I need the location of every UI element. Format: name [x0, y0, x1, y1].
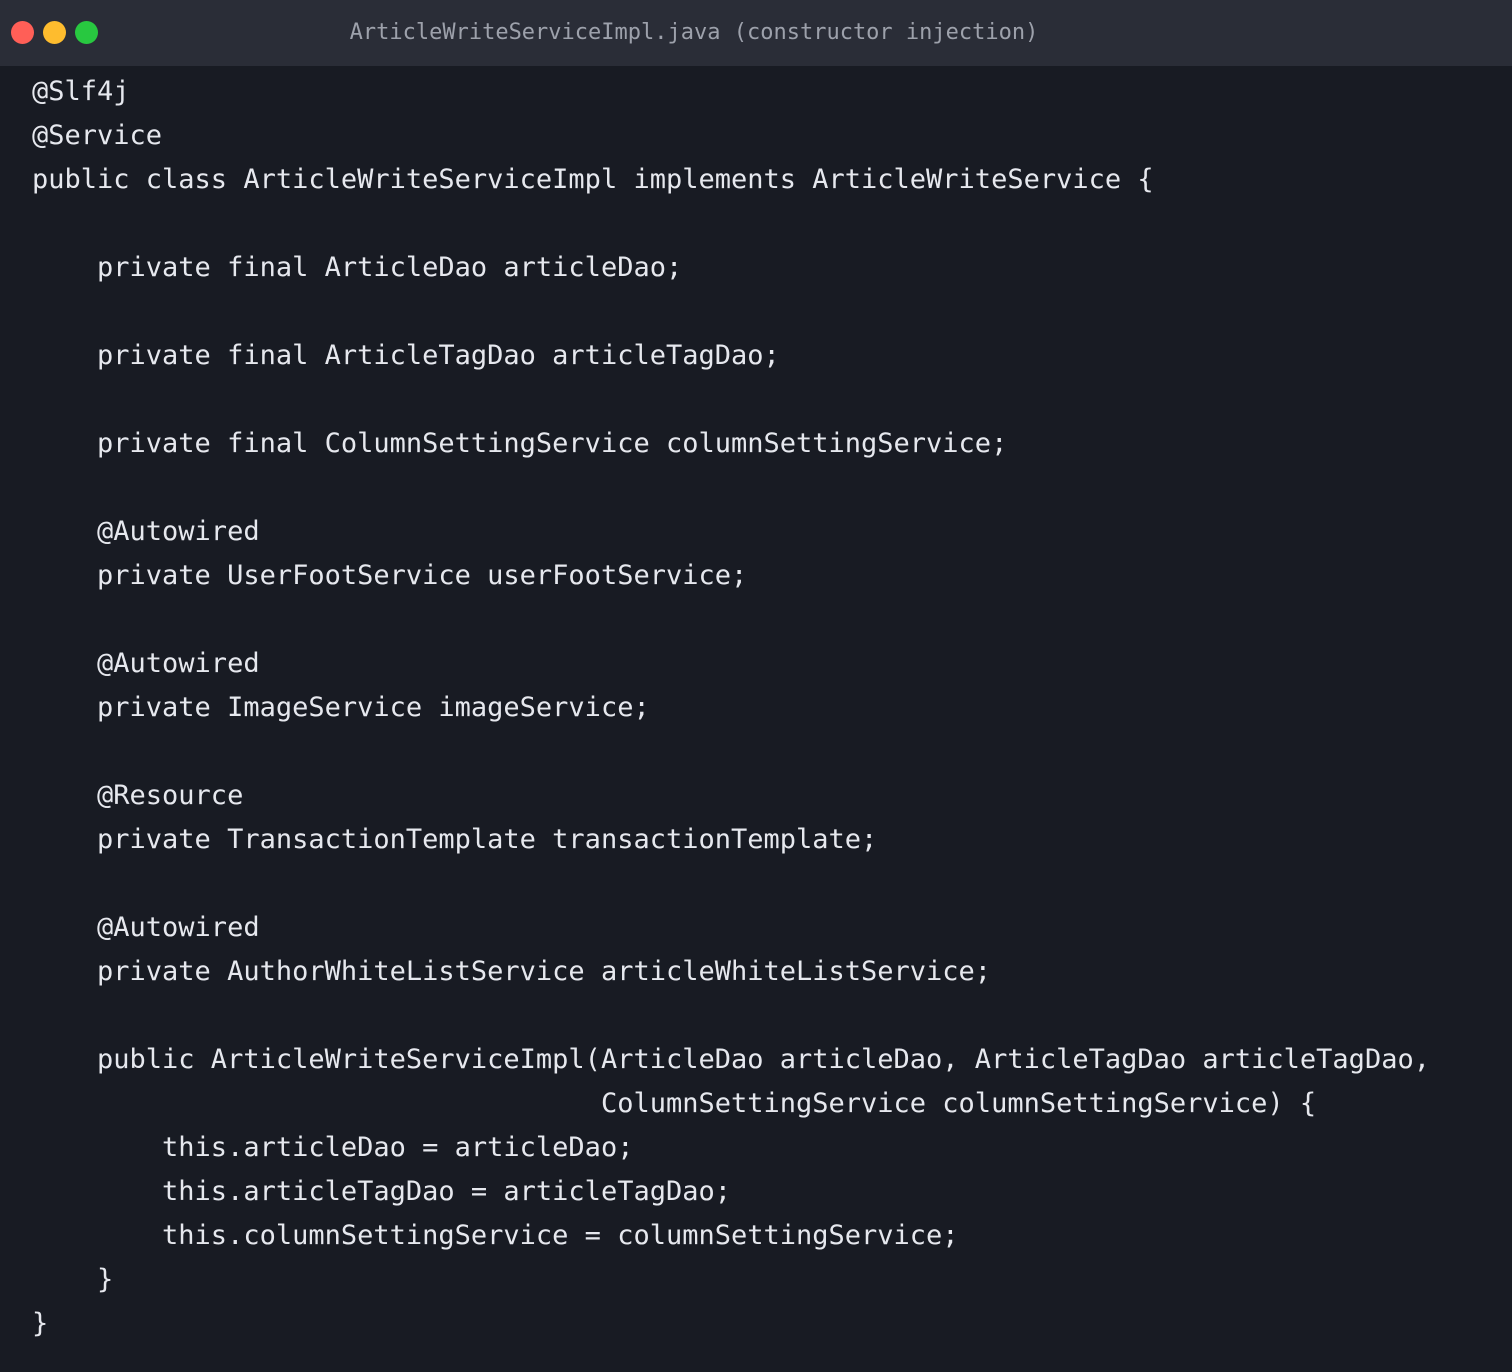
code-editor[interactable]: @Slf4j @Service public class ArticleWrit…	[32, 70, 1430, 1346]
code-line: @Service	[32, 120, 163, 151]
code-line: private TransactionTemplate transactionT…	[32, 824, 878, 855]
code-line: }	[32, 1264, 114, 1295]
code-line: private final ArticleDao articleDao;	[32, 252, 683, 283]
window-title: ArticleWriteServiceImpl.java (constructo…	[349, 20, 1039, 45]
code-window: ArticleWriteServiceImpl.java (constructo…	[0, 0, 1512, 1372]
code-line: this.articleDao = articleDao;	[32, 1132, 634, 1163]
code-line: this.articleTagDao = articleTagDao;	[32, 1176, 731, 1207]
code-line: @Autowired	[32, 912, 260, 943]
code-line: private UserFootService userFootService;	[32, 560, 748, 591]
code-line: private final ArticleTagDao articleTagDa…	[32, 340, 780, 371]
code-line: private AuthorWhiteListService articleWh…	[32, 956, 992, 987]
code-line: ColumnSettingService columnSettingServic…	[32, 1088, 1317, 1119]
code-line: }	[32, 1308, 49, 1339]
code-line: public ArticleWriteServiceImpl(ArticleDa…	[32, 1044, 1430, 1075]
code-line: private ImageService imageService;	[32, 692, 650, 723]
code-line: this.columnSettingService = columnSettin…	[32, 1220, 959, 1251]
code-line: @Autowired	[32, 516, 260, 547]
code-line: @Autowired	[32, 648, 260, 679]
code-line: public class ArticleWriteServiceImpl imp…	[32, 164, 1154, 195]
title-bar: ArticleWriteServiceImpl.java (constructo…	[0, 0, 1512, 66]
code-line: @Slf4j	[32, 76, 130, 107]
code-line: private final ColumnSettingService colum…	[32, 428, 1008, 459]
code-line: @Resource	[32, 780, 244, 811]
